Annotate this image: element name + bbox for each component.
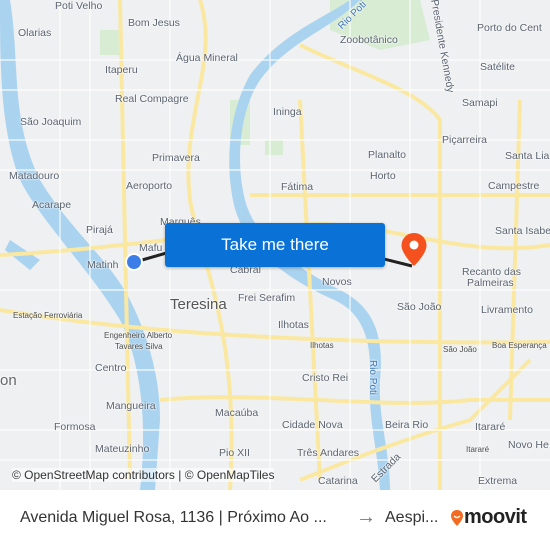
- arrow-right-icon: →: [356, 506, 376, 528]
- map-label: Fátima: [281, 181, 314, 193]
- map-label: Piçarreira: [442, 134, 487, 146]
- map-label: Aeroporto: [126, 180, 173, 192]
- map-label: São João: [443, 345, 477, 354]
- map-label: Três Andares: [297, 447, 360, 459]
- map-label: Planalto: [368, 149, 406, 161]
- map-label: Beira Rio: [385, 419, 429, 431]
- map-label: Estação Ferroviária: [13, 311, 83, 320]
- map-label: Ilhotas: [278, 319, 309, 331]
- map-label: Mateuzinho: [95, 443, 150, 455]
- map-label: Rio Poti: [367, 359, 379, 396]
- map-label: Palmeiras: [467, 277, 514, 289]
- map-pin-icon: [401, 233, 427, 266]
- map-label: on: [0, 372, 17, 389]
- map-label: Ininga: [273, 106, 302, 118]
- map-label: Olarias: [18, 27, 52, 39]
- map-label: Satélite: [480, 61, 516, 73]
- map-label: Poti Velho: [55, 0, 103, 12]
- map-label: Campestre: [488, 180, 540, 192]
- map-label: Cristo Rei: [302, 372, 349, 384]
- map-label: Samapi: [462, 97, 498, 109]
- moovit-logo: moovit: [450, 506, 527, 529]
- map-label: Mangueira: [106, 400, 156, 412]
- map-label: Porto do Cent: [477, 22, 542, 34]
- moovit-pin-icon: [451, 509, 463, 526]
- map-label: São João: [397, 301, 442, 313]
- footer: Avenida Miguel Rosa, 1136 | Próximo Ao .…: [0, 490, 550, 550]
- map-label: Santa Isabel: [495, 225, 550, 237]
- map-label: Cidade Nova: [282, 419, 343, 431]
- origin-dot-icon: [125, 253, 143, 271]
- map-label: Matadouro: [9, 170, 60, 182]
- map-label: Zoobotânico: [340, 34, 398, 46]
- map-attribution[interactable]: © OpenStreetMap contributors | © OpenMap…: [12, 468, 275, 482]
- map-label: Ilhotas: [310, 341, 334, 350]
- map-label: Primavera: [152, 152, 200, 164]
- map-label: Pio XII: [219, 447, 250, 459]
- map-label: Engenheiro Alberto: [104, 331, 173, 340]
- map-label: Extrema: [478, 475, 518, 487]
- map-label: Boa Esperança: [492, 341, 547, 350]
- map-label: Livramento: [481, 304, 533, 316]
- map-label: Novo He: [508, 439, 549, 451]
- take-me-there-button[interactable]: Take me there: [165, 223, 385, 267]
- destination-name: Aespi...: [385, 509, 439, 526]
- brand-name: moovit: [464, 506, 527, 528]
- map-label: Itaperu: [105, 64, 138, 76]
- map-label: Formosa: [54, 421, 96, 433]
- map-label: Horto: [370, 170, 396, 182]
- map-label: Santa Lia: [505, 150, 550, 162]
- map-label: Catarina: [318, 475, 358, 487]
- map-label: Bom Jesus: [128, 17, 180, 29]
- map-label: Macaúba: [215, 407, 259, 419]
- map-label: Acarape: [32, 199, 72, 211]
- map-label: Água Mineral: [176, 52, 238, 64]
- map-label: Frei Serafim: [238, 292, 296, 304]
- map-label: Real Compagre: [115, 93, 189, 105]
- map-label: Itararé: [475, 421, 506, 433]
- map[interactable]: Poti Velho Olarias Bom Jesus Rio Poti Zo…: [0, 0, 550, 490]
- map-label: Tavares Silva: [115, 342, 163, 351]
- map-label: Novos: [322, 276, 352, 288]
- map-label: Itararé: [466, 445, 490, 454]
- map-label: Teresina: [170, 296, 227, 313]
- map-label: Centro: [95, 362, 127, 374]
- map-label: São Joaquim: [20, 116, 82, 128]
- map-label: Pirajá: [86, 224, 113, 236]
- map-label: Matinh: [87, 259, 119, 271]
- map-label: Mafu: [139, 242, 163, 254]
- origin-name: Avenida Miguel Rosa, 1136 | Próximo Ao .…: [20, 509, 327, 526]
